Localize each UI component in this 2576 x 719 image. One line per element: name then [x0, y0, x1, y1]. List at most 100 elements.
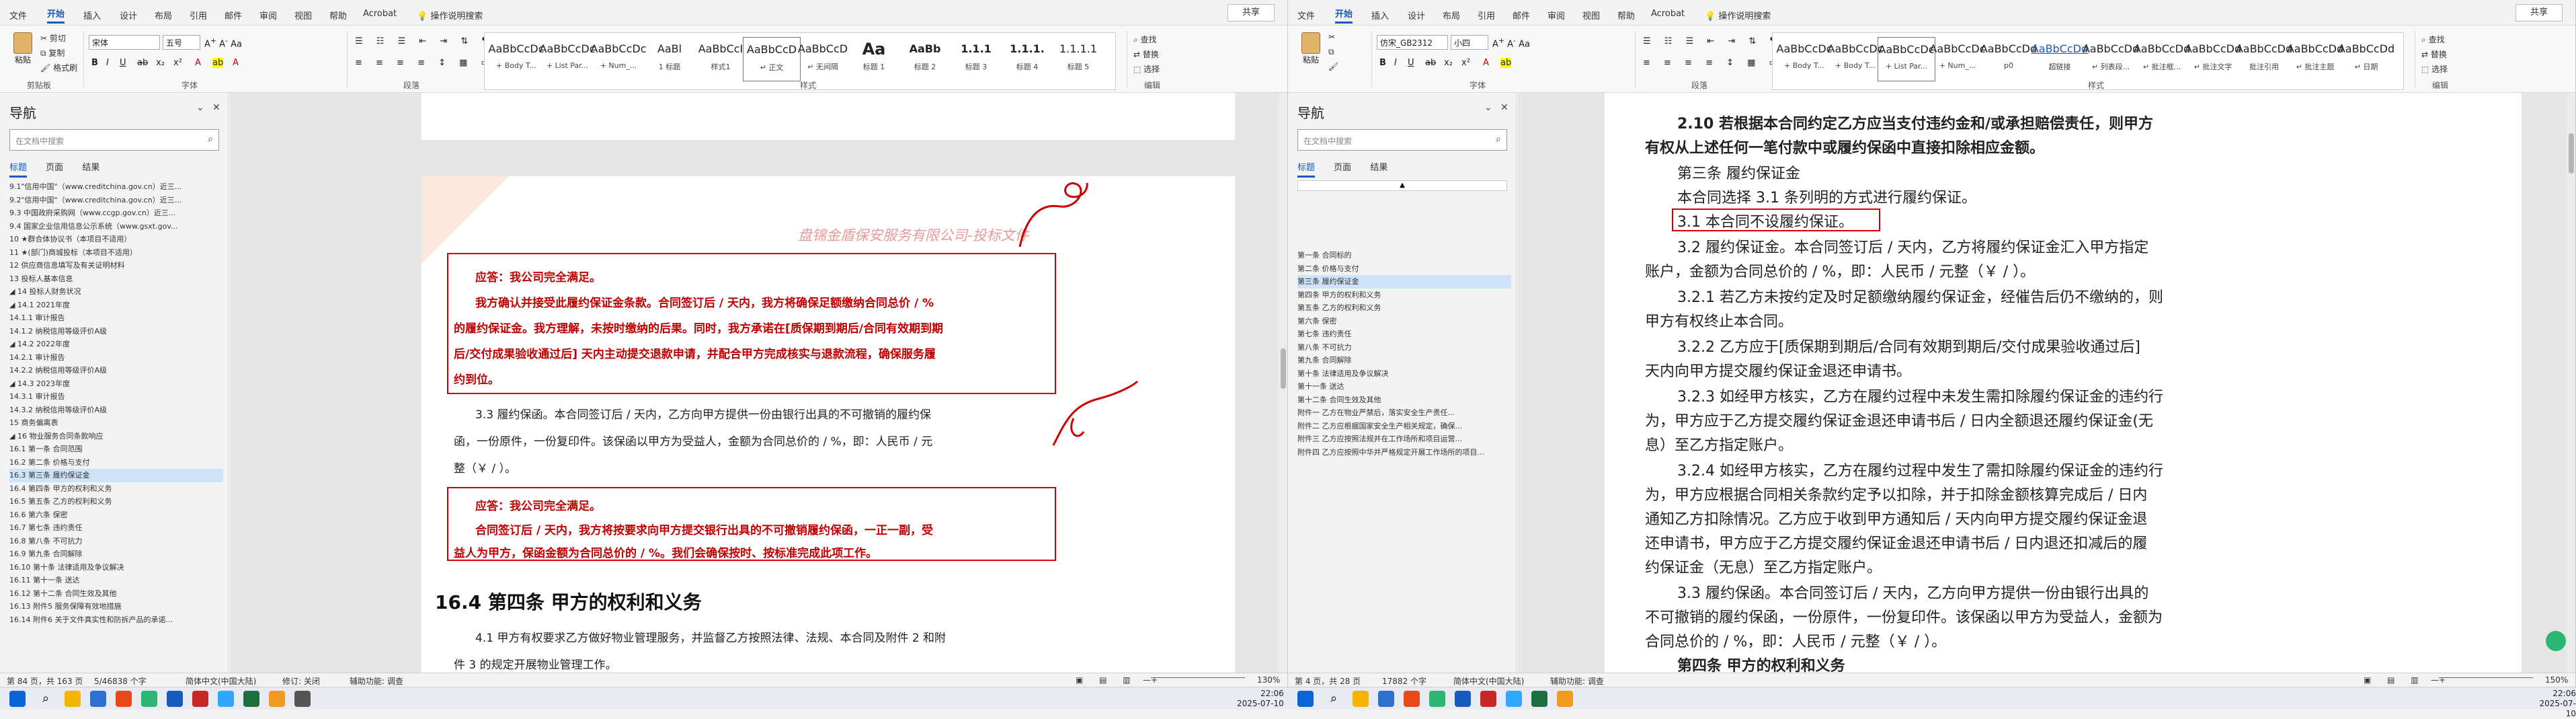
- nav-heading-item[interactable]: 9.3 中国政府采购网（www.ccgp.gov.cn）近三...: [9, 206, 223, 220]
- nav-heading-item[interactable]: 16.13 附件5 服务保障有效地措施: [9, 600, 223, 613]
- nav-heading-item[interactable]: 第三条 履约保证金: [1297, 275, 1511, 289]
- nav-heading-item[interactable]: 第六条 保密: [1297, 315, 1511, 328]
- share-button[interactable]: 共享: [1227, 4, 1275, 22]
- replace-button[interactable]: ⇄ 替换: [1133, 48, 1159, 60]
- nav-heading-item[interactable]: 9.2"信用中国"（www.creditchina.gov.cn）近三...: [9, 194, 223, 207]
- align-buttons[interactable]: ≡ ≡ ≡ ≡ ↕ ▦ ▭: [355, 58, 495, 68]
- nav-heading-item[interactable]: 16.11 第十一条 送达: [9, 574, 223, 587]
- acrobat-icon[interactable]: [192, 691, 208, 707]
- tab-help[interactable]: 帮助: [329, 9, 347, 22]
- tab-references[interactable]: 引用: [1478, 9, 1495, 22]
- style-item[interactable]: AaBbCcDd ↵ 批注框...: [2133, 37, 2191, 81]
- tab-view[interactable]: 视图: [294, 9, 312, 22]
- nav-heading-item[interactable]: 第二条 价格与支付: [1297, 262, 1511, 276]
- font-grow-icon[interactable]: A+ A- Aa: [1492, 36, 1530, 49]
- tab-acrobat[interactable]: Acrobat: [1651, 9, 1685, 19]
- nav-heading-item[interactable]: 第七条 违约责任: [1297, 328, 1511, 341]
- font-grow-icon[interactable]: A+ A- Aa: [204, 36, 242, 49]
- nav-heading-item[interactable]: 附件二 乙方应根据国家安全生产相关规定，确保...: [1297, 420, 1511, 433]
- nav-heading-item[interactable]: 16.1 第一条 合同范围: [9, 443, 223, 456]
- view-buttons[interactable]: ▣ ▤ ▥: [1076, 675, 1137, 685]
- font-name-select[interactable]: 宋体: [89, 35, 160, 50]
- font-color-button[interactable]: A: [1483, 58, 1489, 68]
- nav-heading-item[interactable]: 第五条 乙方的权利和义务: [1297, 301, 1511, 315]
- style-item[interactable]: 1.1.1.1 标题 5: [1049, 37, 1107, 81]
- nav-heading-item[interactable]: 16.6 第六条 保密: [9, 508, 223, 522]
- nav-heading-item[interactable]: 第九条 合同解除: [1297, 354, 1511, 367]
- nav-heading-item[interactable]: 16.12 第十二条 合同生效及其他: [9, 587, 223, 601]
- nav-heading-item[interactable]: 第一条 合同标的: [1297, 249, 1511, 262]
- app-icon[interactable]: [1557, 691, 1573, 707]
- excel-icon[interactable]: [1531, 691, 1547, 707]
- nav-heading-item[interactable]: 9.4 国家企业信用信息公示系统（www.gsxt.gov...: [9, 220, 223, 233]
- style-item[interactable]: AaBbCcDc + List Par...: [538, 37, 596, 81]
- tab-home[interactable]: 开始: [47, 7, 65, 24]
- strikethrough-button[interactable]: ab: [1425, 58, 1436, 68]
- highlight-button[interactable]: ab: [212, 58, 224, 68]
- style-item[interactable]: AaBbCcDd p0: [1980, 37, 2038, 81]
- nav-heading-item[interactable]: 14.2.2 纳税信用等级评价A级: [9, 364, 223, 377]
- clock[interactable]: 22:06 2025-07-10: [2534, 689, 2576, 719]
- nav-heading-item[interactable]: ◢ 14.2 2022年度: [9, 338, 223, 351]
- app-icon[interactable]: [294, 691, 311, 707]
- italic-button[interactable]: I: [106, 58, 109, 68]
- style-item[interactable]: AaBbCcDc + Body T...: [487, 37, 545, 81]
- nav-heading-item[interactable]: 14.1.2 纳税信用等级评价A级: [9, 325, 223, 338]
- bold-button[interactable]: B: [1379, 58, 1386, 68]
- nav-heading-item[interactable]: 15 商务偏离表: [9, 416, 223, 430]
- clock[interactable]: 22:06 2025-07-10: [1237, 689, 1284, 709]
- tab-insert[interactable]: 插入: [1371, 9, 1389, 22]
- tell-me-search[interactable]: 💡 操作说明搜索: [417, 9, 483, 22]
- style-item[interactable]: AaBbCcDd ↵ 批注主题: [2286, 37, 2344, 81]
- tab-help[interactable]: 帮助: [1617, 9, 1635, 22]
- style-item[interactable]: AaBbCcDd ↵ 列表段...: [2082, 37, 2140, 81]
- chevron-down-icon[interactable]: ⌄: [196, 102, 204, 113]
- nav-heading-item[interactable]: ◢ 16 物业服务合同条款响应: [9, 430, 223, 443]
- style-item[interactable]: AaBbCcDc + Num_...: [1929, 37, 1986, 81]
- font-color-button[interactable]: A: [195, 58, 201, 68]
- nav-heading-item[interactable]: 第十条 法律适用及争议解决: [1297, 367, 1511, 381]
- status-page[interactable]: 第 4 页，共 28 页: [1295, 675, 1361, 687]
- nav-heading-item[interactable]: 16.4 第四条 甲方的权利和义务: [9, 482, 223, 496]
- tab-file[interactable]: 文件: [1297, 9, 1315, 22]
- floating-assistant-icon[interactable]: [2546, 631, 2566, 651]
- explorer-icon[interactable]: [1353, 691, 1369, 707]
- nav-heading-item[interactable]: 附件一 乙方在物业严禁后，落实安全生产责任...: [1297, 406, 1511, 420]
- nav-search-input[interactable]: 在文档中搜索 ⌕: [1297, 129, 1507, 151]
- photoshop-icon[interactable]: [218, 691, 234, 707]
- nav-heading-item[interactable]: 第十二条 合同生效及其他: [1297, 393, 1511, 407]
- replace-button[interactable]: ⇄ 替换: [2421, 48, 2447, 60]
- status-page[interactable]: 第 84 页，共 163 页: [7, 675, 83, 687]
- search-icon[interactable]: ⌕: [1326, 691, 1342, 707]
- nav-heading-item[interactable]: ◢ 14.3 2023年度: [9, 377, 223, 391]
- nav-heading-item[interactable]: 16.2 第二条 价格与支付: [9, 456, 223, 469]
- nav-tab-results[interactable]: 结果: [1370, 160, 1387, 176]
- style-item[interactable]: AaBbCcDd 批注引用: [2235, 37, 2293, 81]
- status-zoom[interactable]: 130%: [1257, 675, 1280, 685]
- superscript-button[interactable]: x²: [1461, 58, 1470, 68]
- acrobat-icon[interactable]: [1480, 691, 1496, 707]
- tab-layout[interactable]: 布局: [155, 9, 172, 22]
- nav-heading-item[interactable]: 16.7 第七条 违约责任: [9, 521, 223, 535]
- style-item[interactable]: AaBl 1 标题: [641, 37, 698, 81]
- app-icon[interactable]: [269, 691, 285, 707]
- cut-button[interactable]: ✂: [1328, 32, 1335, 42]
- windows-start-icon[interactable]: [9, 691, 26, 707]
- app-icon[interactable]: [1404, 691, 1420, 707]
- tell-me-search[interactable]: 💡 操作说明搜索: [1705, 9, 1771, 22]
- word-icon[interactable]: [1455, 691, 1471, 707]
- copy-button[interactable]: ⧉ 复制: [40, 47, 65, 59]
- cut-button[interactable]: ✂ 剪切: [40, 32, 66, 44]
- tab-mailings[interactable]: 邮件: [225, 9, 242, 22]
- nav-heading-item[interactable]: 9.1"信用中国"（www.creditchina.gov.cn）近三...: [9, 180, 223, 194]
- style-item[interactable]: AaBbCcDc + Body T...: [1775, 37, 1833, 81]
- nav-heading-item[interactable]: 11 ★(部门)商城投标（本项目不适用）: [9, 246, 223, 260]
- status-words[interactable]: 5/46838 个字: [94, 675, 147, 687]
- word-icon[interactable]: [167, 691, 183, 707]
- nav-heading-item[interactable]: 第十一条 送达: [1297, 380, 1511, 393]
- status-language[interactable]: 简体中文(中国大陆): [1453, 675, 1524, 687]
- nav-heading-item[interactable]: 16.3 第三条 履约保证金: [9, 469, 223, 482]
- tab-review[interactable]: 审阅: [1547, 9, 1565, 22]
- nav-heading-item[interactable]: 10 ★群合体协议书（本项目不适用）: [9, 233, 223, 246]
- tab-file[interactable]: 文件: [9, 9, 27, 22]
